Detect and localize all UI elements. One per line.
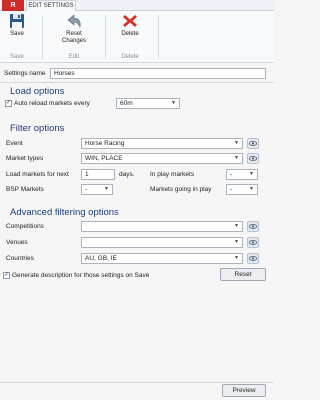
chevron-down-icon: ▼ <box>234 223 239 229</box>
bsp-markets-label: BSP Markets <box>6 186 44 193</box>
chevron-down-icon: ▼ <box>249 186 254 192</box>
chevron-down-icon: ▼ <box>234 239 239 245</box>
market-types-view-button[interactable] <box>247 153 259 164</box>
event-value: Horse Racing <box>85 140 125 147</box>
app-menu-button[interactable]: R <box>2 0 24 11</box>
eye-icon <box>248 240 258 245</box>
countries-select[interactable]: AU, GB, IE ▼ <box>81 253 243 264</box>
divider <box>0 382 274 383</box>
auto-reload-interval-select[interactable]: 60m ▼ <box>116 98 180 109</box>
ribbon: Save Reset Changes Delete Save Edit Dele… <box>0 11 274 63</box>
countries-view-button[interactable] <box>247 253 259 264</box>
eye-icon <box>248 224 258 229</box>
bsp-markets-value: - <box>85 186 88 193</box>
market-types-label: Market types <box>6 155 44 162</box>
market-types-select[interactable]: WIN, PLACE ▼ <box>81 153 243 164</box>
days-unit-label: days. <box>119 171 135 178</box>
countries-value: AU, GB, IE <box>85 255 117 262</box>
load-options-heading: Load options <box>10 86 65 97</box>
ribbon-separator <box>158 15 159 59</box>
in-play-label: In play markets <box>150 171 195 178</box>
competitions-select[interactable]: ▼ <box>81 221 243 232</box>
load-next-days-input[interactable]: 1 <box>81 169 115 180</box>
divider <box>0 82 274 83</box>
countries-label: Countries <box>6 255 34 262</box>
in-play-value: - <box>230 171 233 178</box>
auto-reload-interval-value: 60m <box>120 100 133 107</box>
venues-select[interactable]: ▼ <box>81 237 243 248</box>
ribbon-separator <box>42 15 43 59</box>
in-play-select[interactable]: - ▼ <box>226 169 258 180</box>
going-in-play-select[interactable]: - ▼ <box>226 184 258 195</box>
ribbon-tab-strip: R EDIT SETTINGS <box>0 0 274 12</box>
going-in-play-label: Markets going in play <box>150 186 212 193</box>
advanced-filtering-heading: Advanced filtering options <box>10 207 119 218</box>
generate-description-label: Generate description for those settings … <box>12 272 150 279</box>
eye-icon <box>248 141 258 146</box>
chevron-down-icon: ▼ <box>234 255 239 261</box>
reset-button[interactable]: Reset <box>220 268 266 281</box>
ribbon-group-delete: Delete <box>121 54 139 60</box>
ribbon-group-save: Save <box>10 54 24 60</box>
settings-name-label: Settings name <box>4 70 46 77</box>
reset-changes-label-2: Changes <box>61 38 87 44</box>
ribbon-separator <box>105 15 106 59</box>
venues-view-button[interactable] <box>247 237 259 248</box>
settings-name-input[interactable]: Horses <box>50 68 266 79</box>
delete-button[interactable]: Delete <box>114 13 146 38</box>
event-select[interactable]: Horse Racing ▼ <box>81 138 243 149</box>
save-button-label: Save <box>10 31 24 37</box>
generate-description-checkbox[interactable]: ✓ <box>3 272 10 279</box>
chevron-down-icon: ▼ <box>234 140 239 146</box>
delete-button-label: Delete <box>121 31 139 37</box>
eye-icon <box>248 156 258 161</box>
going-in-play-value: - <box>230 186 233 193</box>
save-button[interactable]: Save <box>4 13 30 38</box>
chevron-down-icon: ▼ <box>234 155 239 161</box>
reset-changes-label-1: Reset <box>66 31 82 37</box>
reset-changes-button[interactable]: Reset Changes <box>54 13 94 45</box>
event-view-button[interactable] <box>247 138 259 149</box>
delete-x-icon <box>123 15 137 27</box>
market-types-value: WIN, PLACE <box>85 155 123 162</box>
competitions-label: Competitions <box>6 223 44 230</box>
chevron-down-icon: ▼ <box>104 186 109 192</box>
event-label: Event <box>6 140 23 147</box>
auto-reload-label: Auto reload markets every <box>14 100 90 107</box>
undo-arrow-icon <box>67 14 81 28</box>
preview-button[interactable]: Preview <box>222 384 266 397</box>
ribbon-group-edit: Edit <box>68 54 80 60</box>
auto-reload-checkbox[interactable]: ✓ <box>5 100 12 107</box>
filter-options-heading: Filter options <box>10 123 65 134</box>
bsp-markets-select[interactable]: - ▼ <box>81 184 113 195</box>
floppy-disk-icon <box>10 14 24 28</box>
load-next-label: Load markets for next <box>6 171 69 178</box>
venues-label: Venues <box>6 239 28 246</box>
eye-icon <box>248 256 258 261</box>
chevron-down-icon: ▼ <box>171 100 176 106</box>
competitions-view-button[interactable] <box>247 221 259 232</box>
chevron-down-icon: ▼ <box>249 171 254 177</box>
